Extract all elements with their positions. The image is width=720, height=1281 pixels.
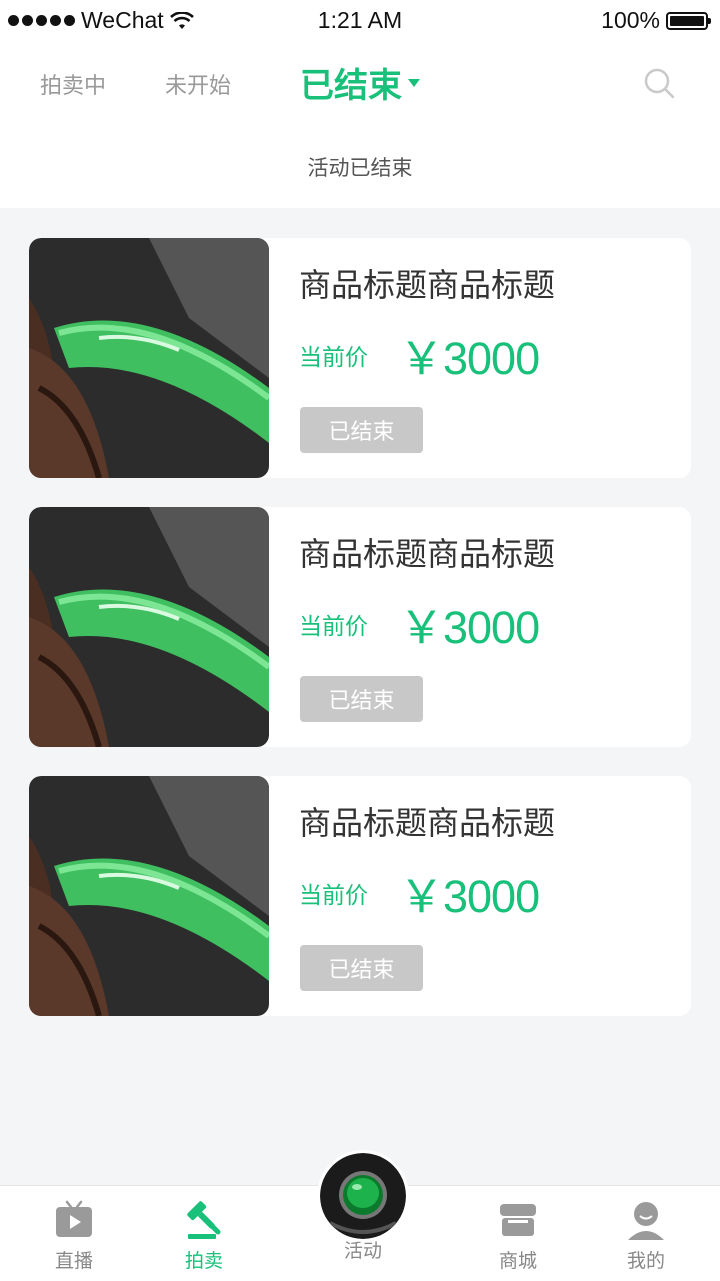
auction-item-card[interactable]: 商品标题商品标题 当前价 ￥3000 已结束 — [29, 238, 691, 478]
tab-in-progress[interactable]: 拍卖中 — [40, 68, 106, 100]
nav-label-mine: 我的 — [626, 1250, 665, 1272]
search-icon[interactable] — [642, 66, 678, 102]
battery-icon — [666, 11, 711, 30]
battery-percent: 100% — [601, 7, 660, 33]
auction-item-card[interactable]: 商品标题商品标题 当前价 ￥3000 已结束 — [29, 507, 691, 747]
product-image — [29, 507, 269, 747]
tab-ended-label: 已结束 — [300, 66, 402, 106]
product-title: 商品标题商品标题 — [299, 535, 556, 573]
tv-icon — [56, 1200, 92, 1237]
price-value: ￥3000 — [399, 871, 540, 922]
product-title: 商品标题商品标题 — [299, 266, 556, 304]
price-label: 当前价 — [299, 614, 368, 640]
price-label: 当前价 — [299, 883, 368, 909]
activity-center-button[interactable] — [317, 1150, 409, 1242]
tab-not-started[interactable]: 未开始 — [165, 68, 231, 100]
jade-bangle-image — [29, 776, 269, 1016]
status-right: 100% — [601, 7, 711, 34]
jade-bangle-image — [29, 507, 269, 747]
price-label: 当前价 — [299, 345, 368, 371]
nav-item-auction[interactable]: 拍卖 — [154, 1198, 254, 1273]
product-title: 商品标题商品标题 — [299, 804, 556, 842]
header: 拍卖中 未开始 已结束 活动已结束 — [0, 40, 720, 208]
ended-button[interactable]: 已结束 — [300, 945, 423, 991]
ended-button[interactable]: 已结束 — [300, 407, 423, 453]
jade-ring-icon — [320, 1153, 406, 1239]
user-icon — [628, 1202, 664, 1240]
nav-item-live[interactable]: 直播 — [24, 1198, 124, 1273]
nav-item-mall[interactable]: 商城 — [468, 1198, 568, 1273]
nav-item-mine[interactable]: 我的 — [596, 1198, 696, 1273]
jade-bangle-image — [29, 238, 269, 478]
store-icon — [500, 1204, 536, 1236]
nav-label-live: 直播 — [54, 1250, 93, 1272]
auction-item-card[interactable]: 商品标题商品标题 当前价 ￥3000 已结束 — [29, 776, 691, 1016]
activity-status-text: 活动已结束 — [307, 156, 413, 180]
status-bar: WeChat 1:21 AM 100% — [0, 0, 720, 40]
price-value: ￥3000 — [399, 333, 540, 384]
tab-ended[interactable]: 已结束 — [300, 58, 420, 107]
caret-down-icon — [408, 78, 420, 87]
product-image — [29, 776, 269, 1016]
auction-list: 商品标题商品标题 当前价 ￥3000 已结束 商品标题商品标题 当前价 ￥300… — [29, 238, 691, 1045]
gavel-icon — [187, 1201, 221, 1239]
product-image — [29, 238, 269, 478]
nav-label-mall: 商城 — [498, 1250, 537, 1272]
ended-button[interactable]: 已结束 — [300, 676, 423, 722]
price-value: ￥3000 — [399, 602, 540, 653]
nav-label-auction: 拍卖 — [184, 1250, 223, 1272]
